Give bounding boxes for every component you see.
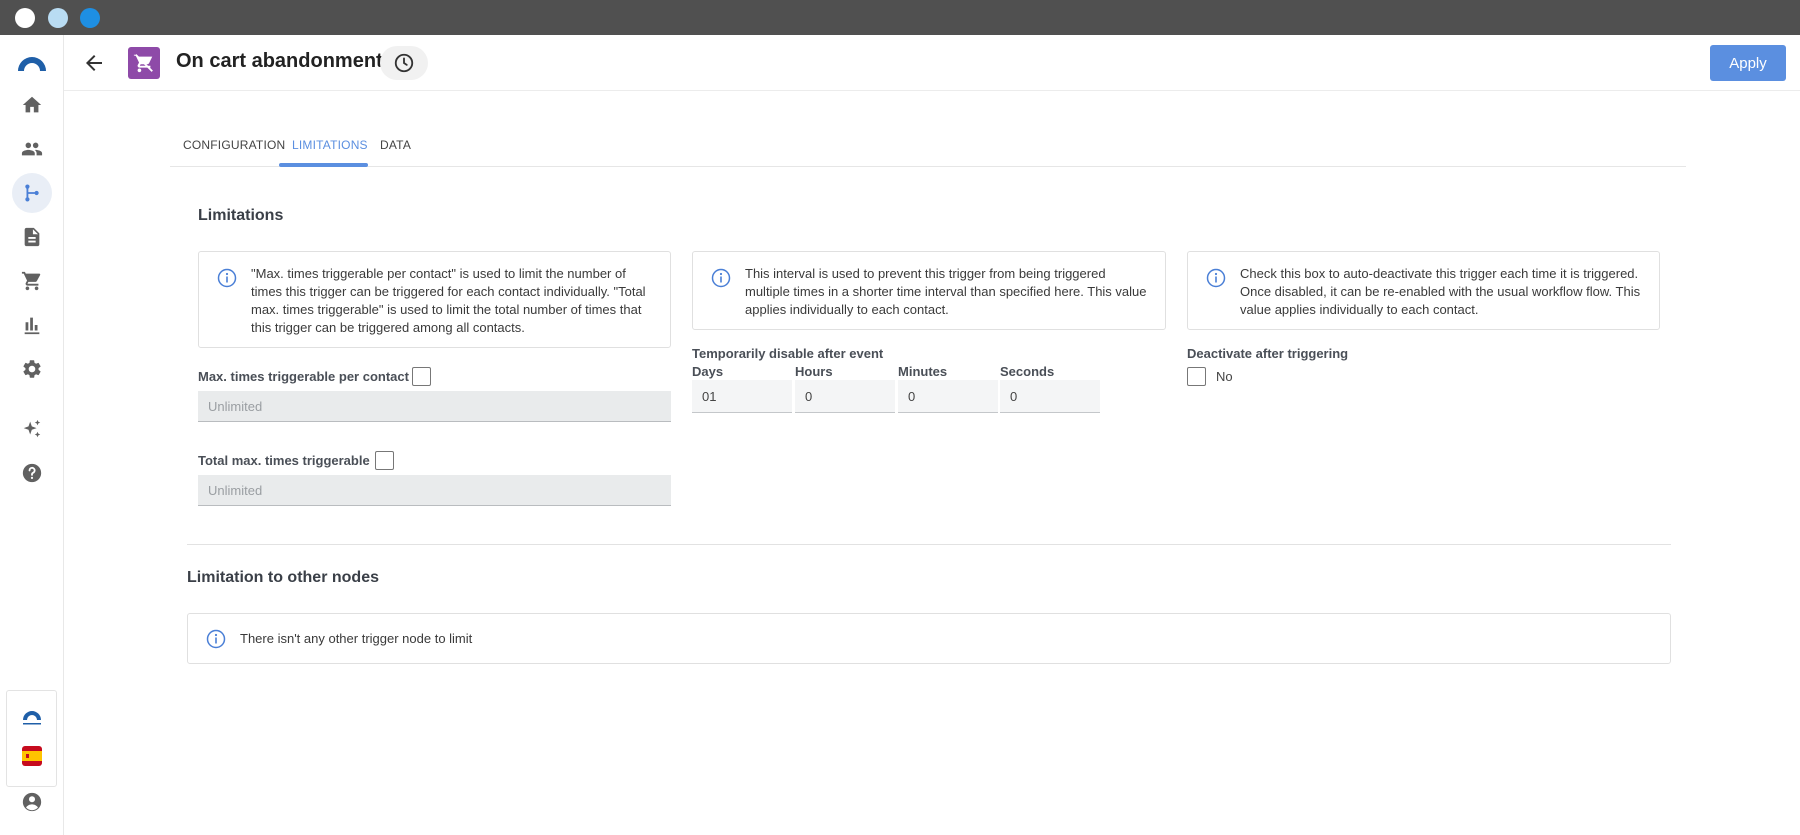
sidebar	[0, 35, 64, 835]
deactivate-label: Deactivate after triggering	[1187, 346, 1349, 361]
other-nodes-title: Limitation to other nodes	[187, 569, 379, 586]
info-icon	[217, 268, 237, 288]
help-icon	[22, 463, 42, 483]
max-per-contact-label: Max. times triggerable per contact	[198, 369, 409, 384]
max-per-contact-checkbox[interactable]	[412, 367, 431, 386]
seconds-label: Seconds	[1000, 364, 1055, 379]
home-icon	[22, 96, 42, 113]
days-input[interactable]: 01	[692, 380, 792, 413]
info-box-deactivate: Check this box to auto-deactivate this t…	[1187, 251, 1660, 330]
days-label: Days	[692, 364, 724, 379]
bar-chart-icon	[24, 317, 40, 335]
connectif-logo-icon[interactable]	[20, 707, 44, 727]
page-title: On cart abandonment	[176, 50, 383, 72]
apply-button[interactable]: Apply	[1710, 45, 1786, 81]
workflow-icon	[25, 184, 39, 202]
seconds-input[interactable]: 0	[1000, 380, 1100, 413]
info-box-contact-limit: "Max. times triggerable per contact" is …	[198, 251, 671, 348]
sidebar-item-workflows[interactable]	[12, 173, 52, 213]
sidebar-item-help[interactable]	[12, 453, 52, 493]
sidebar-item-reports[interactable]	[12, 305, 52, 345]
info-text: "Max. times triggerable per contact" is …	[251, 266, 646, 335]
temp-disable-label: Temporarily disable after event	[692, 346, 884, 361]
sidebar-item-settings[interactable]	[12, 349, 52, 389]
info-box-interval: This interval is used to prevent this tr…	[692, 251, 1166, 330]
info-text: There isn't any other trigger node to li…	[240, 631, 473, 646]
sparkles-icon	[23, 419, 41, 438]
info-icon	[1206, 268, 1226, 288]
sidebar-item-cart[interactable]	[12, 261, 52, 301]
window-maximize-dot[interactable]	[80, 8, 100, 28]
tab-limitations[interactable]: LIMITATIONS	[292, 138, 368, 152]
info-box-other-nodes: There isn't any other trigger node to li…	[187, 613, 1671, 664]
sidebar-item-contacts[interactable]	[12, 129, 52, 169]
section-divider	[187, 544, 1671, 545]
header-bar: On cart abandonment Apply	[64, 35, 1800, 91]
deactivate-checkbox[interactable]	[1187, 367, 1206, 386]
sidebar-bottom-panel	[6, 690, 57, 787]
cart-abandonment-icon	[128, 47, 160, 79]
minutes-label: Minutes	[898, 364, 948, 379]
sidebar-item-home[interactable]	[12, 85, 52, 125]
tab-configuration[interactable]: CONFIGURATION	[183, 138, 285, 152]
hours-label: Hours	[795, 364, 833, 379]
deactivate-value: No	[1216, 369, 1233, 384]
total-max-checkbox[interactable]	[375, 451, 394, 470]
back-arrow-icon[interactable]	[82, 51, 106, 75]
account-icon	[22, 792, 42, 812]
limitations-title: Limitations	[198, 207, 284, 224]
sidebar-item-ai[interactable]	[12, 409, 52, 449]
gear-icon	[23, 360, 41, 378]
sidebar-item-account[interactable]	[12, 782, 52, 822]
info-text: This interval is used to prevent this tr…	[745, 266, 1147, 317]
clock-icon	[394, 53, 414, 73]
info-icon	[206, 629, 226, 649]
sidebar-item-documents[interactable]	[12, 217, 52, 257]
info-text: Check this box to auto-deactivate this t…	[1240, 266, 1641, 317]
total-max-input[interactable]: Unlimited	[198, 475, 671, 506]
cart-icon	[21, 271, 41, 291]
total-max-label: Total max. times triggerable	[198, 453, 370, 468]
people-icon	[21, 142, 43, 156]
max-per-contact-input[interactable]: Unlimited	[198, 391, 671, 422]
info-icon	[711, 268, 731, 288]
minutes-input[interactable]: 0	[898, 380, 998, 413]
window-minimize-dot[interactable]	[48, 8, 68, 28]
spain-flag-icon[interactable]	[22, 746, 42, 766]
connectif-logo-icon[interactable]	[16, 53, 48, 73]
hours-input[interactable]: 0	[795, 380, 895, 413]
tab-data[interactable]: DATA	[380, 138, 411, 152]
tab-bar: CONFIGURATION LIMITATIONS DATA	[170, 120, 1686, 167]
active-tab-indicator	[279, 163, 368, 167]
window-close-dot[interactable]	[15, 8, 35, 28]
window-titlebar	[0, 0, 1800, 35]
document-icon	[24, 227, 40, 247]
history-button[interactable]	[380, 46, 428, 80]
